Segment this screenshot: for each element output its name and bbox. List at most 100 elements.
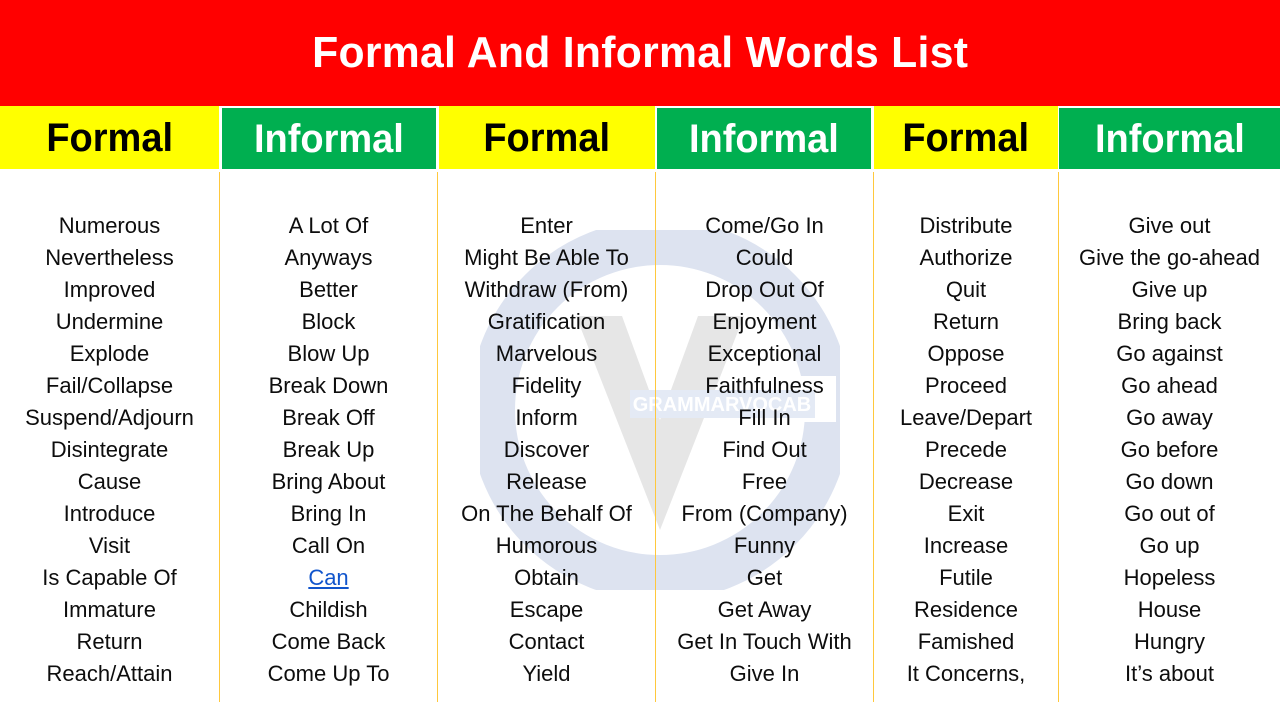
word-item: Withdraw (From)	[464, 277, 629, 302]
word-item: Inform	[515, 405, 578, 430]
column-header-6: Informal	[1059, 108, 1280, 169]
word-link[interactable]: Can	[220, 562, 437, 594]
word-item: Exceptional	[707, 341, 822, 366]
word-item: Yield	[522, 661, 571, 686]
column-header-5: Formal	[874, 106, 1058, 169]
column-header-2: Informal	[222, 108, 436, 169]
word-item: Free	[741, 469, 788, 494]
column-divider	[873, 172, 874, 702]
word-item: Oppose	[927, 341, 1005, 366]
column-header-label: Formal	[902, 115, 1030, 160]
word-item: Give up	[1131, 277, 1208, 302]
word-item: Could	[735, 245, 794, 270]
word-item: Get	[746, 565, 783, 590]
word-item: Go up	[1139, 533, 1200, 558]
word-item: Go before	[1120, 437, 1219, 462]
word-item: Futile	[939, 565, 993, 590]
word-item: Leave/Depart	[899, 405, 1033, 430]
word-item: Humorous	[495, 533, 598, 558]
column-header-label: Informal	[689, 116, 839, 161]
word-item: Obtain	[514, 565, 579, 590]
word-item: Go out of	[1124, 501, 1215, 526]
word-item: Return	[76, 629, 143, 654]
page-title: Formal And Informal Words List	[311, 28, 969, 77]
word-item: Better	[299, 277, 358, 302]
word-item: Funny	[733, 533, 796, 558]
word-item: Anyways	[284, 245, 373, 270]
column-header-label: Informal	[254, 116, 404, 161]
word-item: Introduce	[63, 501, 156, 526]
word-item: Exit	[947, 501, 985, 526]
word-item: Fidelity	[511, 373, 582, 398]
word-item: Enter	[520, 213, 573, 238]
word-item: Cause	[77, 469, 142, 494]
word-item: Nevertheless	[45, 245, 174, 270]
word-item: Might Be Able To	[464, 245, 629, 270]
word-item: Authorize	[919, 245, 1013, 270]
word-item: Immature	[63, 597, 156, 622]
word-item: A Lot Of	[288, 213, 369, 238]
word-item: Proceed	[925, 373, 1007, 398]
word-item: Improved	[63, 277, 156, 302]
column-header-label: Formal	[46, 115, 173, 160]
table-header-row: Formal Informal Formal Informal Formal I…	[0, 106, 1280, 170]
word-item: Quit	[945, 277, 987, 302]
word-item: Marvelous	[495, 341, 598, 366]
word-column-5: Distribute Authorize Quit Return Oppose Proce…	[874, 170, 1058, 720]
word-item: It Concerns,	[906, 661, 1026, 686]
word-item: Go away	[1126, 405, 1213, 430]
word-item: House	[1137, 597, 1202, 622]
word-item: Hungry	[1134, 629, 1205, 654]
word-item: Come/Go In	[705, 213, 824, 238]
word-item: Suspend/Adjourn	[25, 405, 194, 430]
word-item: Hopeless	[1123, 565, 1216, 590]
word-item: Numerous	[58, 213, 161, 238]
column-header-4: Informal	[657, 108, 871, 169]
word-item: Gratification	[487, 309, 606, 334]
word-item: Break Up	[282, 437, 375, 462]
word-item: Childish	[289, 597, 368, 622]
word-column-6: Give out Give the go-ahead Give up Bring ba…	[1059, 170, 1280, 720]
word-item: Increase	[923, 533, 1009, 558]
word-item: It’s about	[1125, 661, 1214, 686]
word-item: Block	[301, 309, 356, 334]
word-item: Enjoyment	[712, 309, 817, 334]
word-item: Discover	[503, 437, 590, 462]
word-item: Decrease	[918, 469, 1014, 494]
word-item: Undermine	[55, 309, 164, 334]
word-column-4: Come/Go In Could Drop Out Of Enjoyment Excep…	[656, 170, 873, 720]
word-item: From (Company)	[681, 501, 848, 526]
word-item: Escape	[509, 597, 584, 622]
column-divider	[1058, 172, 1059, 702]
word-item: Call On	[291, 533, 366, 558]
word-item: Go down	[1125, 469, 1214, 494]
word-item: Is Capable Of	[42, 565, 177, 590]
word-item: Faithfulness	[705, 373, 824, 398]
word-item: Precede	[925, 437, 1007, 462]
word-item: Go ahead	[1121, 373, 1218, 398]
word-item: Disintegrate	[50, 437, 169, 462]
column-header-3: Formal	[439, 106, 655, 169]
word-item: Drop Out Of	[705, 277, 824, 302]
word-item: Come Back	[271, 629, 386, 654]
word-item: Distribute	[919, 213, 1013, 238]
column-header-label: Formal	[483, 115, 611, 160]
column-divider	[219, 172, 220, 702]
column-header-label: Informal	[1094, 116, 1245, 161]
word-item: Contact	[508, 629, 585, 654]
word-item: Give out	[1128, 213, 1211, 238]
words-columns: Numerous Nevertheless Improved Undermine Exp…	[0, 170, 1280, 720]
words-list-page: Formal And Informal Words List Formal In…	[0, 0, 1280, 720]
word-column-3: Enter Might Be Able To Withdraw (From) Grat…	[438, 170, 655, 720]
word-item: Fail/Collapse	[45, 373, 174, 398]
word-item: Release	[506, 469, 587, 494]
word-item: Blow Up	[287, 341, 370, 366]
word-item: Explode	[69, 341, 150, 366]
word-item: Give In	[729, 661, 800, 686]
word-item: Find Out	[722, 437, 807, 462]
word-item: Return	[932, 309, 1000, 334]
column-divider	[655, 172, 656, 702]
word-item: Bring About	[271, 469, 386, 494]
word-item: Give the go-ahead	[1078, 245, 1261, 270]
column-header-1: Formal	[0, 106, 219, 169]
